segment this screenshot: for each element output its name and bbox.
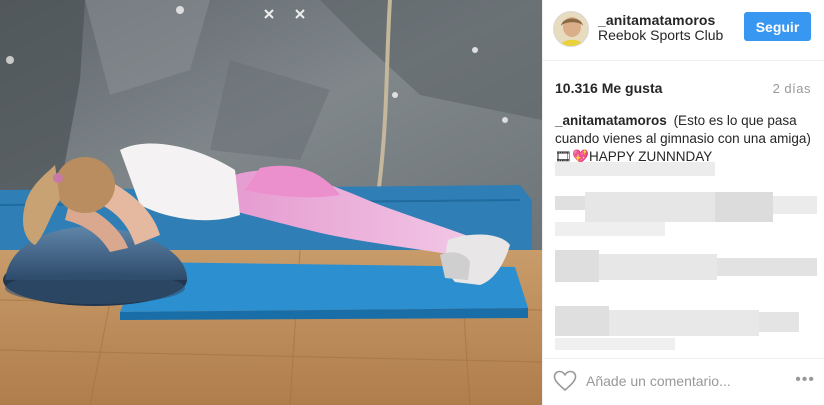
pixel-block	[555, 306, 609, 336]
heart-icon[interactable]	[553, 370, 577, 392]
post-header: _anitamatamoros Reebok Sports Club Segui…	[543, 0, 824, 61]
caption-username[interactable]: _anitamatamoros	[555, 113, 667, 128]
pixel-block	[555, 338, 675, 350]
post-details-panel: _anitamatamoros Reebok Sports Club Segui…	[542, 0, 824, 405]
pixel-block	[609, 310, 759, 336]
header-username[interactable]: _anitamatamoros	[598, 12, 715, 28]
pixelated-comments	[555, 162, 817, 352]
pixel-block	[599, 254, 717, 280]
pixel-block	[717, 258, 817, 276]
comment-input[interactable]	[586, 369, 776, 393]
comment-bar: •••	[543, 358, 824, 405]
pixel-block	[585, 192, 715, 222]
post-photo[interactable]	[0, 0, 542, 405]
pixel-block	[555, 196, 585, 210]
pixel-block	[759, 312, 799, 332]
pixel-block	[773, 196, 817, 214]
more-options-icon[interactable]: •••	[795, 371, 815, 389]
pixel-block	[555, 222, 665, 236]
pixel-block	[555, 250, 599, 282]
pixel-block	[715, 192, 773, 222]
photo-gym-scene	[0, 0, 542, 405]
avatar-image	[554, 12, 588, 46]
pixel-block	[555, 162, 715, 176]
header-location[interactable]: Reebok Sports Club	[598, 27, 726, 43]
avatar[interactable]	[553, 11, 589, 47]
post-time[interactable]: 2 días	[773, 81, 811, 96]
likes-count[interactable]: 10.316 Me gusta	[555, 80, 662, 96]
follow-button[interactable]: Seguir	[744, 12, 811, 41]
post-caption: _anitamatamoros (Esto es lo que pasa cua…	[555, 112, 817, 166]
